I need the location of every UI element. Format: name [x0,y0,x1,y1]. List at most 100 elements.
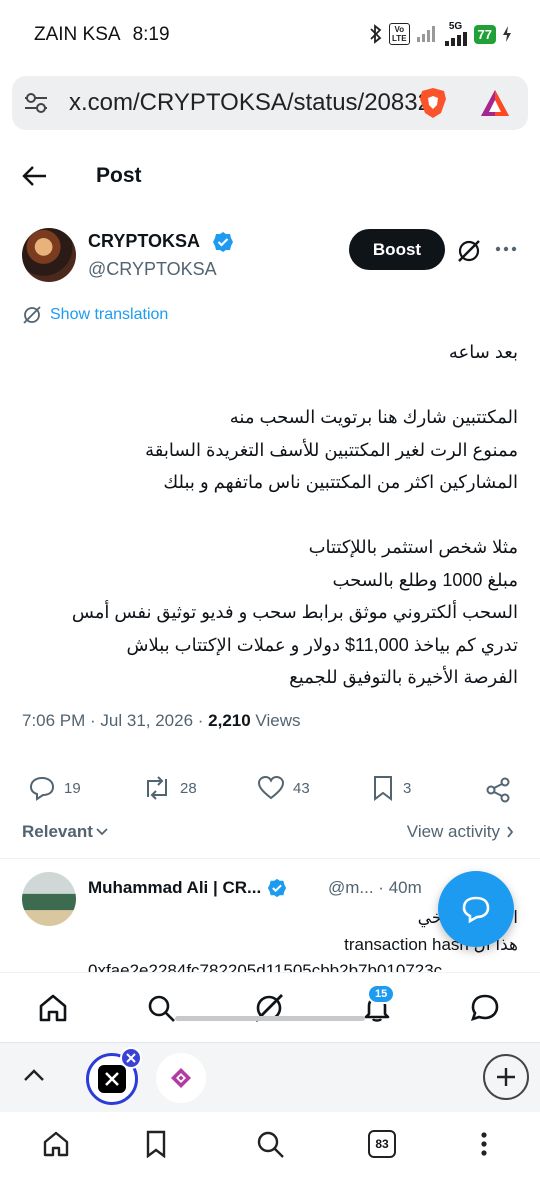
browser-tabs-button[interactable]: 83 [364,1126,400,1162]
chevron-right-icon [507,826,514,838]
search-icon [257,1131,284,1158]
sort-relevant-dropdown[interactable]: Relevant [22,822,109,842]
tab-count: 83 [368,1130,396,1158]
post-line: تدري كم بياخذ 11,000$ دولار و عملات الإك… [126,634,518,655]
home-indicator [175,1016,365,1021]
translate-icon [23,306,41,324]
show-translation-label[interactable]: Show translation [50,306,168,324]
close-tab-button[interactable] [120,1047,142,1069]
heart-icon [257,775,285,800]
author-name[interactable]: CRYPTOKSA [88,231,200,251]
browser-search-button[interactable] [252,1126,288,1162]
author-handle[interactable]: @CRYPTOKSA [88,259,217,280]
url-bar[interactable]: x.com/CRYPTOKSA/status/20832 [12,76,528,130]
view-activity-link[interactable]: View activity [407,822,514,842]
bookmark-count: 3 [403,779,412,797]
post-line: الفرصة الأخيرة بالتوفيق للجميع [289,667,518,687]
nav-messages[interactable] [468,991,502,1025]
repost-button[interactable]: 28 [142,775,197,801]
post-line [18,499,518,532]
reply-button[interactable]: 19 [28,775,81,801]
post-meta: 7:06 PM · Jul 31, 2026 · 2,210 Views [22,711,300,731]
tab-other[interactable] [156,1053,206,1103]
post-line: السحب ألكتروني موثق برابط سحب و فديو توث… [71,602,518,622]
carrier-name: ZAIN KSA [34,24,121,45]
network-indicator: 5G [444,22,468,46]
network-type: 5G [448,21,463,32]
app-bottom-nav [0,972,540,1042]
views-count: 2,210 [208,711,251,730]
status-left: ZAIN KSA 8:19 [34,24,170,46]
post-text: بعد ساعه المكتتبين شارك هنا برتويت السحب… [18,336,518,694]
brave-shields-icon[interactable] [417,86,449,120]
plus-icon [497,1068,515,1086]
back-arrow-icon[interactable] [22,164,48,188]
diamond-logo-icon [171,1068,191,1088]
author-name-row[interactable]: CRYPTOKSA [88,231,200,252]
brave-rewards-icon[interactable] [479,88,511,118]
nav-home[interactable] [36,991,70,1025]
views-label: Views [250,711,301,730]
volte-icon: Vo LTE [389,23,410,45]
search-icon [148,995,175,1022]
author-avatar[interactable] [22,228,76,282]
browser-menu-button[interactable] [466,1126,502,1162]
reply-handle[interactable]: @m... · 40m [328,878,422,898]
like-button[interactable]: 43 [257,775,310,801]
nav-search[interactable] [144,991,178,1025]
bookmark-icon [146,1130,166,1158]
sort-label[interactable]: Relevant [22,822,93,842]
reply-icon [29,776,55,801]
reply-author-name[interactable]: Muhammad Ali | CR... [88,878,261,898]
clock: 8:19 [132,24,170,45]
signal-icon [416,26,435,42]
browser-bookmarks-button[interactable] [138,1126,174,1162]
view-activity-label[interactable]: View activity [407,822,500,842]
home-icon [43,1131,69,1157]
browser-tab-strip [0,1042,540,1112]
home-icon [39,994,67,1022]
chevron-down-icon [96,828,108,836]
more-options-icon[interactable] [494,244,518,254]
post-line: مثلا شخص استثمر باللإكتتاب [308,537,518,557]
post-line: المشاركين اكثر من المكتتبين ناس ماتفهم و… [163,472,518,492]
new-tab-button[interactable] [483,1054,529,1100]
compose-reply-button[interactable] [438,871,514,947]
boost-button[interactable]: Boost [349,229,445,270]
site-settings-icon[interactable] [22,91,50,115]
notifications-badge: 15 [367,984,396,1004]
show-translation-link[interactable]: Show translation [22,305,168,325]
browser-home-button[interactable] [38,1126,74,1162]
post-line: المكتتبين شارك هنا برتويت السحب منه [229,407,518,427]
divider [0,858,540,859]
status-right: Vo LTE 5G 77 [369,22,512,46]
post-line: بعد ساعه [448,342,518,362]
more-vertical-icon [481,1132,487,1156]
like-count: 43 [293,779,310,797]
verified-badge-icon [268,878,287,898]
post-line: ممنوع الرت لغير المكتتبين للأسف التغريدة… [145,439,518,460]
x-logo-icon [98,1065,126,1093]
repost-count: 28 [180,779,197,797]
battery-level: 77 [473,24,496,44]
close-icon [126,1053,136,1063]
post-timestamp[interactable]: 7:06 PM · Jul 31, 2026 · [22,711,208,730]
verified-badge-icon [213,232,233,252]
reply-author[interactable]: Muhammad Ali | CR... [88,878,287,898]
reply-line: 0xfae2e2284fc782205d11505cbb2b7b010723c [88,961,443,972]
charging-icon [503,26,511,42]
signal-5g-icon [444,32,467,46]
bookmark-icon [374,776,392,801]
page-title: Post [96,164,142,187]
bookmark-button[interactable]: 3 [371,775,411,801]
bluetooth-icon [370,24,382,44]
grok-icon[interactable] [456,238,482,264]
url-text[interactable]: x.com/CRYPTOKSA/status/20832 [69,89,431,117]
chevron-up-icon[interactable] [22,1067,46,1083]
message-icon [470,994,499,1022]
post-line: مبلغ 1000 وطلع بالسحب [332,569,518,590]
status-bar: ZAIN KSA 8:19 Vo LTE 5G 77 [0,0,540,70]
share-icon[interactable] [484,776,512,804]
reply-count: 19 [64,779,81,797]
post-line [18,369,518,402]
